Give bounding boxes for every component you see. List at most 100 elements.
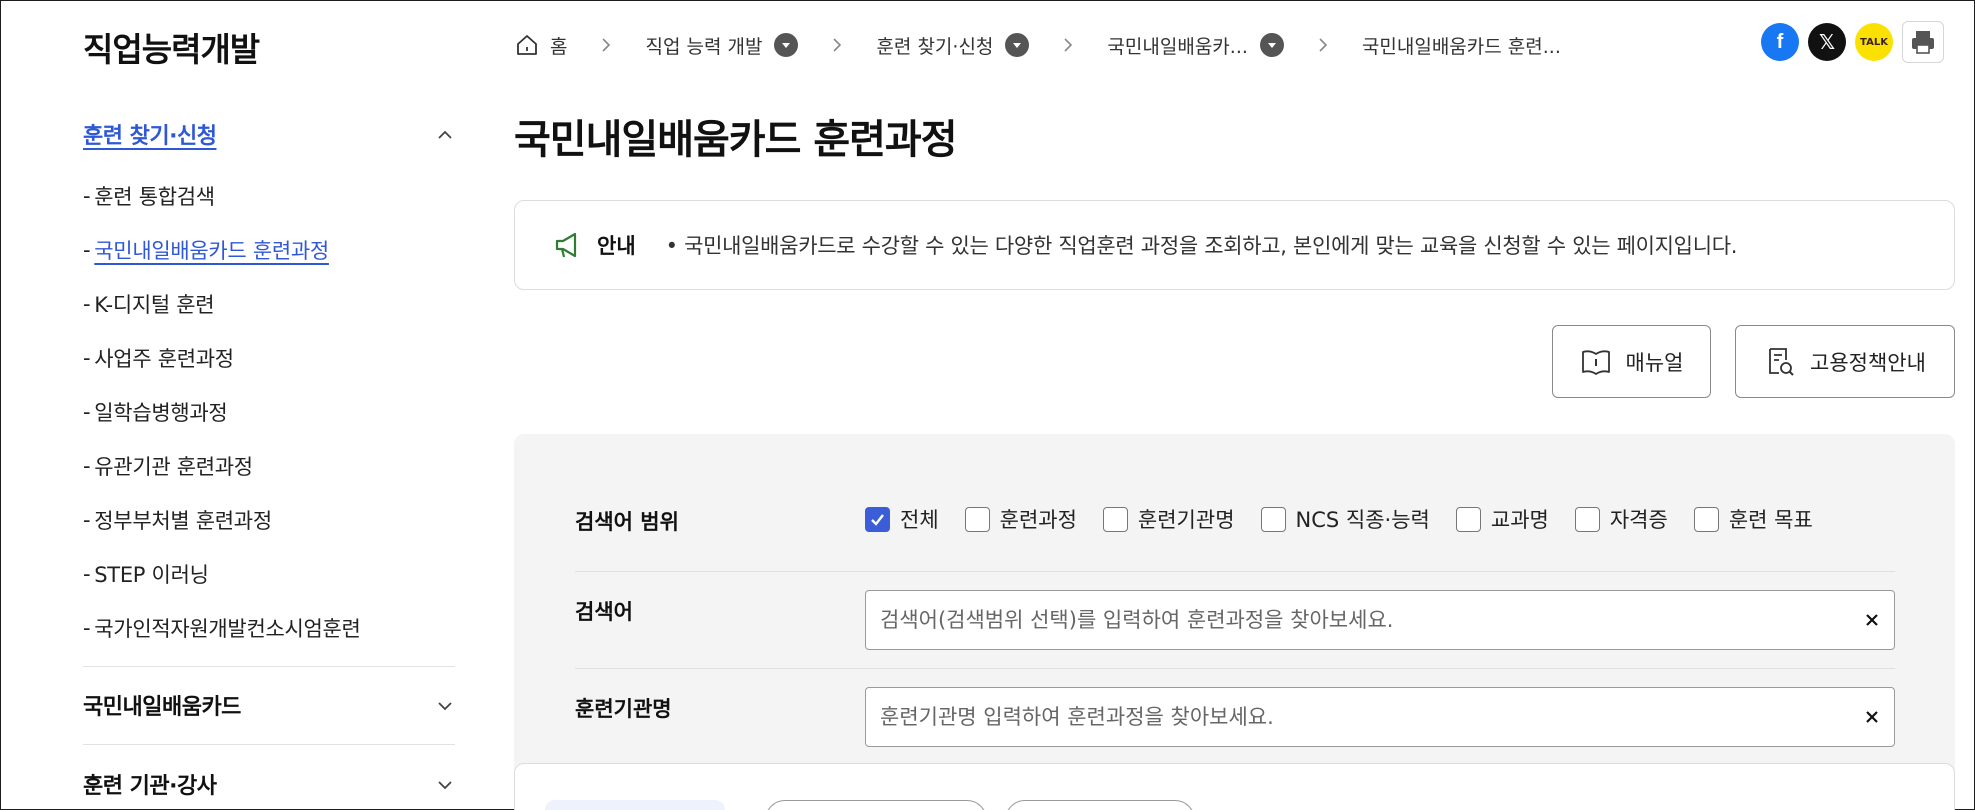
filter-pill[interactable] [765,800,987,810]
breadcrumb: 홈 직업 능력 개발 훈련 찾기·신청 국민내일배움카... 국민내일배움카드 … [514,25,1561,65]
sidebar-section-institution[interactable]: 훈련 기관·강사 [83,764,455,804]
sidebar-item-label: 국민내일배움카드 훈련과정 [94,239,329,263]
sidebar-item-consortium[interactable]: - 국가인적자원개발컨소시엄훈련 [83,601,455,655]
sidebar-item-label: 훈련 통합검색 [94,185,215,209]
breadcrumb-label: 훈련 찾기·신청 [876,35,994,58]
manual-button-label: 매뉴얼 [1625,350,1684,375]
sidebar-item-label: 정부부처별 훈련과정 [94,509,272,533]
breadcrumb-item[interactable]: 직업 능력 개발 [645,32,799,59]
scope-option-subject[interactable]: 교과명 [1455,504,1549,534]
scope-option-certificate[interactable]: 자격증 [1574,504,1668,534]
sidebar-divider [83,666,455,667]
sidebar-item-label: STEP 이러닝 [94,563,209,587]
sidebar-section-training-search[interactable]: 훈련 찾기·신청 [83,114,455,154]
sidebar-item-step-elearning[interactable]: - STEP 이러닝 [83,547,455,601]
dash: - [83,616,91,640]
document-search-icon [1769,347,1794,376]
sidebar-item-work-study[interactable]: - 일학습병행과정 [83,385,455,439]
facebook-share-button[interactable]: f [1761,23,1799,61]
search-panel: 검색어 범위 전체 훈련과정 훈련기관명 NCS 직종·능력 교과명 자격증 훈… [514,434,1955,810]
scope-option-course[interactable]: 훈련과정 [964,504,1077,534]
chevron-right-icon [1063,37,1073,53]
filter-card [514,763,1955,810]
sidebar-section-card[interactable]: 국민내일배움카드 [83,685,455,725]
chevron-up-icon[interactable] [437,127,452,141]
scope-option-goal[interactable]: 훈련 목표 [1693,504,1813,534]
breadcrumb-home[interactable]: 홈 [514,32,567,59]
x-share-button[interactable]: 𝕏 [1808,23,1846,61]
scope-option-ncs[interactable]: NCS 직종·능력 [1260,504,1430,534]
dash: - [83,400,91,424]
breadcrumb-current: 국민내일배움카드 훈련... [1362,32,1561,59]
scope-option-institution[interactable]: 훈련기관명 [1102,504,1235,534]
sidebar-item-integrated-search[interactable]: - 훈련 통합검색 [83,169,455,223]
filter-tab[interactable] [545,800,725,810]
search-scope-options: 전체 훈련과정 훈련기관명 NCS 직종·능력 교과명 자격증 훈련 목표 [865,504,1839,534]
clear-icon[interactable] [1864,612,1880,628]
kakaotalk-share-button[interactable]: TALK [1855,23,1893,61]
employment-policy-button[interactable]: 고용정책안내 [1735,325,1955,398]
search-scope-label: 검색어 범위 [575,510,679,534]
sidebar-item-label: 사업주 훈련과정 [94,347,234,371]
sidebar-item-label: 유관기관 훈련과정 [94,455,253,479]
keyword-label: 검색어 [575,600,633,624]
sidebar-item-card-courses[interactable]: - 국민내일배움카드 훈련과정 [83,223,455,277]
dash: - [83,346,91,370]
breadcrumb-home-label: 홈 [550,35,568,58]
checkbox[interactable] [964,506,990,532]
sidebar-sub-list: - 훈련 통합검색 - 국민내일배움카드 훈련과정 - K-디지털 훈련 - 사업주 훈… [83,169,455,655]
chevron-right-icon [832,37,842,53]
institution-label: 훈련기관명 [575,697,672,721]
sidebar-item-ministry[interactable]: - 정부부처별 훈련과정 [83,493,455,547]
clear-icon[interactable] [1864,709,1880,725]
filter-pill[interactable] [1005,800,1195,810]
scope-option-label: 훈련과정 [999,508,1077,532]
chevron-down-icon[interactable] [437,698,452,712]
checkbox[interactable] [1455,506,1481,532]
check-icon [871,513,884,526]
chevron-down-icon[interactable] [437,777,452,791]
sidebar-section-label: 국민내일배움카드 [83,695,241,720]
sidebar-section-label: 훈련 찾기·신청 [83,124,217,149]
sidebar-item-employer[interactable]: - 사업주 훈련과정 [83,331,455,385]
checkbox[interactable] [1102,506,1128,532]
institution-input[interactable] [880,705,1864,729]
checkbox[interactable] [1574,506,1600,532]
sidebar: 직업능력개발 훈련 찾기·신청 - 훈련 통합검색 - 국민내일배움카드 훈련과정 … [83,1,455,810]
breadcrumb-item[interactable]: 훈련 찾기·신청 [876,32,1030,59]
chevron-right-icon [1318,37,1328,53]
site-title[interactable]: 직업능력개발 [83,23,260,71]
keyword-input[interactable] [880,608,1864,632]
caret-down-icon[interactable] [774,33,799,57]
sidebar-item-label: K-디지털 훈련 [94,293,215,317]
sidebar-item-related-agency[interactable]: - 유관기관 훈련과정 [83,439,455,493]
breadcrumb-label: 직업 능력 개발 [645,35,763,58]
scope-option-label: 훈련 목표 [1728,508,1813,532]
scope-option-label: 훈련기관명 [1137,508,1235,532]
notice-label: 안내 [597,234,636,258]
notice-text: • 국민내일배움카드로 수강할 수 있는 다양한 직업훈련 과정을 조회하고, … [665,234,1738,258]
checkbox[interactable] [1693,506,1719,532]
home-icon [514,32,540,58]
keyword-field [865,590,1895,650]
manual-button[interactable]: 매뉴얼 [1552,325,1711,398]
scope-option-label: 전체 [900,508,939,532]
checkbox[interactable] [1260,506,1286,532]
breadcrumb-label: 국민내일배움카... [1107,35,1248,58]
scope-option-label: NCS 직종·능력 [1295,508,1430,532]
share-buttons: f 𝕏 TALK [1761,21,1944,63]
dash: - [83,184,91,208]
print-button[interactable] [1902,21,1944,63]
sidebar-item-label: 국가인적자원개발컨소시엄훈련 [94,617,361,641]
dash: - [83,508,91,532]
scope-option-all[interactable]: 전체 [865,504,939,534]
sidebar-item-k-digital[interactable]: - K-디지털 훈련 [83,277,455,331]
policy-button-label: 고용정책안내 [1810,350,1926,375]
checkbox-checked[interactable] [865,506,890,532]
dash: - [83,562,91,586]
breadcrumb-item[interactable]: 국민내일배움카... [1107,32,1284,59]
caret-down-icon[interactable] [1005,33,1030,57]
book-icon [1581,349,1610,375]
caret-down-icon[interactable] [1259,33,1284,57]
breadcrumb-label: 국민내일배움카드 훈련... [1361,35,1561,58]
